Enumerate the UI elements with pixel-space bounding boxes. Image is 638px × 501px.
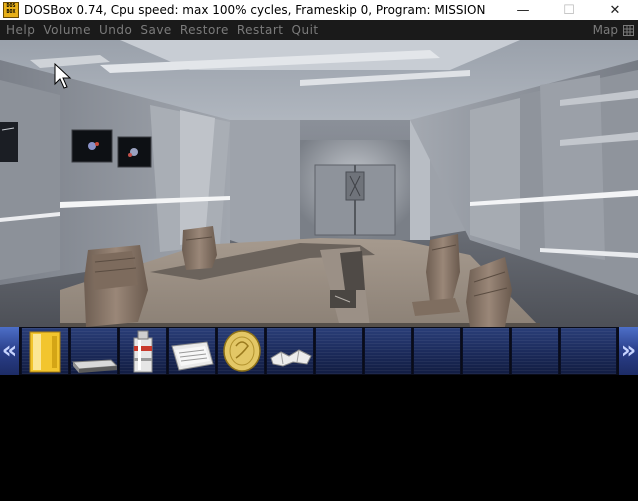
- crumpled-note-icon: [270, 349, 312, 367]
- inventory-slot-empty[interactable]: [315, 328, 363, 374]
- gold-coin-icon: [223, 330, 261, 372]
- left-chair-front: [84, 245, 148, 327]
- inventory-scroll-left-button[interactable]: «: [0, 327, 19, 375]
- inventory-slot-empty[interactable]: [511, 328, 559, 374]
- minimize-button[interactable]: —: [500, 0, 546, 20]
- inventory-slot-empty[interactable]: [462, 328, 510, 374]
- inventory-slot-note[interactable]: [266, 328, 314, 374]
- close-button[interactable]: ✕: [592, 0, 638, 20]
- inventory-slot-empty[interactable]: [560, 328, 617, 374]
- map-button[interactable]: Map: [593, 20, 634, 40]
- map-label: Map: [592, 23, 618, 37]
- menu-save[interactable]: Save: [136, 23, 175, 37]
- inventory-slot-canister[interactable]: [119, 328, 167, 374]
- menu-help[interactable]: Help: [0, 23, 39, 37]
- inventory-slot-empty[interactable]: [413, 328, 461, 374]
- book-icon: [71, 359, 117, 373]
- menu-undo[interactable]: Undo: [95, 23, 136, 37]
- conference-room-scene[interactable]: [0, 40, 638, 327]
- inventory-bar: « »: [0, 327, 638, 375]
- yellow-card-icon: [29, 331, 61, 373]
- dosbox-app-icon[interactable]: DOS BOX: [3, 2, 19, 18]
- game-viewport[interactable]: [0, 40, 638, 327]
- menu-restart[interactable]: Restart: [233, 23, 288, 37]
- inventory-slot-papers[interactable]: [168, 328, 216, 374]
- left-chair-back: [182, 226, 217, 270]
- menu-restore[interactable]: Restore: [176, 23, 233, 37]
- menu-volume[interactable]: Volume: [39, 23, 95, 37]
- canister-icon: [133, 330, 153, 373]
- game-menubar: Help Volume Undo Save Restore Restart Qu…: [0, 20, 638, 40]
- inventory-slot-book[interactable]: [70, 328, 118, 374]
- inventory-slot-empty[interactable]: [364, 328, 412, 374]
- maximize-button[interactable]: ☐: [546, 0, 592, 20]
- menu-quit[interactable]: Quit: [288, 23, 323, 37]
- papers-icon: [171, 341, 214, 371]
- grid-icon: [623, 24, 634, 36]
- inventory-slot-door-card[interactable]: [21, 328, 69, 374]
- window-controls: — ☐ ✕: [500, 0, 638, 20]
- window-title: DOSBox 0.74, Cpu speed: max 100% cycles,…: [24, 3, 486, 17]
- empty-black-area: [0, 375, 638, 501]
- inventory-slot-coin[interactable]: [217, 328, 265, 374]
- window-titlebar[interactable]: DOS BOX DOSBox 0.74, Cpu speed: max 100%…: [0, 0, 638, 20]
- inventory-scroll-right-button[interactable]: »: [619, 327, 638, 375]
